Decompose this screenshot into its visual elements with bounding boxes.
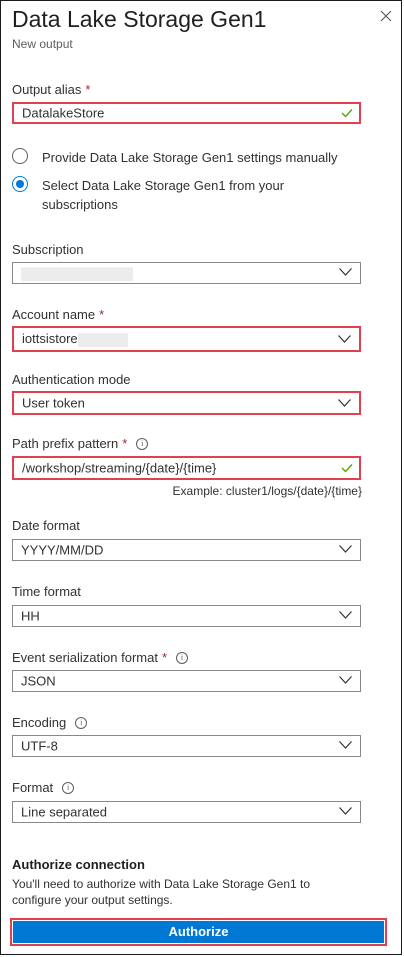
encoding-label-text: Encoding — [12, 715, 67, 730]
auth-mode-label: Authentication mode — [12, 372, 131, 387]
output-alias-input[interactable]: DatalakeStore — [12, 102, 361, 124]
chevron-down-icon — [339, 268, 352, 276]
chevron-down-icon — [339, 676, 352, 684]
encoding-dropdown[interactable]: UTF-8 — [12, 735, 361, 757]
required-marker: * — [161, 650, 168, 665]
auth-mode-value: User token — [22, 395, 85, 411]
account-name-label: Account name * — [12, 307, 104, 322]
path-prefix-example: Example: cluster1/logs/{date}/{time} — [172, 484, 362, 498]
path-prefix-input[interactable]: /workshop/streaming/{date}/{time} — [12, 456, 361, 480]
path-prefix-label: Path prefix pattern * i — [12, 436, 149, 451]
chevron-down-icon — [338, 399, 351, 407]
redacted-subscription — [21, 266, 133, 281]
output-alias-label-text: Output alias — [12, 82, 82, 97]
required-marker: * — [85, 82, 91, 97]
info-icon[interactable]: i — [75, 716, 88, 729]
required-marker: * — [99, 307, 105, 322]
chevron-down-icon — [339, 807, 352, 815]
auth-mode-dropdown[interactable]: User token — [12, 391, 361, 415]
time-format-dropdown[interactable]: HH — [12, 605, 361, 627]
authorize-heading: Authorize connection — [12, 857, 145, 872]
date-format-label: Date format — [12, 518, 80, 533]
chevron-down-icon — [338, 335, 351, 343]
radio-subscription-label: Select Data Lake Storage Gen1 from your … — [42, 178, 285, 212]
event-serialization-dropdown[interactable]: JSON — [12, 670, 361, 692]
chevron-down-icon — [339, 611, 352, 619]
checkmark-icon — [341, 464, 353, 473]
account-name-text: iottsistore — [22, 331, 78, 347]
subscription-dropdown[interactable] — [12, 262, 361, 284]
date-format-label-text: Date format — [12, 518, 80, 533]
date-format-dropdown[interactable]: YYYY/MM/DD — [12, 539, 361, 561]
page-title: Data Lake Storage Gen1 — [12, 6, 267, 32]
subscription-label-text: Subscription — [12, 242, 84, 257]
path-prefix-value: /workshop/streaming/{date}/{time} — [22, 460, 217, 476]
event-serialization-value: JSON — [21, 673, 56, 689]
time-format-label: Time format — [12, 584, 81, 599]
output-alias-value: DatalakeStore — [22, 105, 105, 121]
subscription-value — [21, 265, 133, 281]
format-value: Line separated — [21, 804, 108, 820]
radio-subscription[interactable] — [12, 176, 28, 192]
account-name-value: iottsistore — [22, 331, 128, 347]
format-dropdown[interactable]: Line separated — [12, 801, 361, 823]
authorize-description: You'll need to authorize with Data Lake … — [12, 877, 311, 907]
redacted-account-suffix — [77, 332, 128, 347]
time-format-value: HH — [21, 608, 40, 624]
time-format-label-text: Time format — [12, 584, 81, 599]
date-format-value: YYYY/MM/DD — [21, 542, 104, 558]
auth-mode-label-text: Authentication mode — [12, 372, 131, 387]
checkmark-icon — [341, 109, 353, 118]
output-alias-label: Output alias * — [12, 82, 90, 97]
radio-manual-label: Provide Data Lake Storage Gen1 settings … — [42, 150, 338, 165]
radio-manual[interactable] — [12, 148, 28, 164]
page-subtitle: New output — [12, 37, 73, 51]
chevron-down-icon — [339, 545, 352, 553]
event-serialization-label: Event serialization format * i — [12, 650, 189, 665]
chevron-down-icon — [339, 741, 352, 749]
event-serialization-label-text: Event serialization format — [12, 650, 158, 665]
encoding-label: Encoding i — [12, 715, 88, 730]
close-icon[interactable] — [378, 8, 394, 24]
info-icon[interactable]: i — [62, 781, 75, 794]
authorize-button[interactable]: Authorize — [13, 921, 384, 943]
encoding-value: UTF-8 — [21, 738, 58, 754]
format-label-text: Format — [12, 780, 54, 795]
subscription-label: Subscription — [12, 242, 84, 257]
account-name-label-text: Account name — [12, 307, 96, 322]
info-icon[interactable]: i — [176, 651, 189, 664]
required-marker: * — [122, 436, 128, 451]
account-name-dropdown[interactable]: iottsistore — [12, 326, 361, 352]
format-label: Format i — [12, 780, 75, 795]
path-prefix-label-text: Path prefix pattern — [12, 436, 119, 451]
info-icon[interactable]: i — [136, 437, 149, 450]
